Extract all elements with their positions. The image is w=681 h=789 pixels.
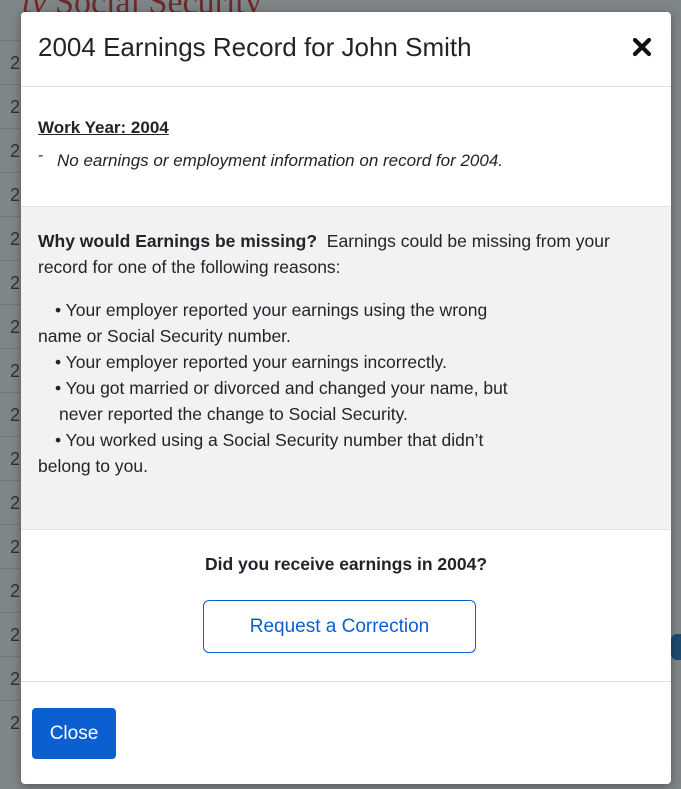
background-row: 2	[0, 436, 22, 481]
background-row: 2	[0, 304, 22, 349]
received-earnings-question: Did you receive earnings in 2004?	[204, 554, 488, 574]
why-missing-question: Why would Earnings be missing?	[38, 231, 318, 251]
background-row: 2	[0, 348, 22, 393]
list-item: • You worked using a Social Security num…	[38, 430, 484, 476]
close-button[interactable]: Close	[32, 708, 116, 759]
background-row: 2	[0, 480, 22, 525]
background-left-column: 2 2 2 2 2 2 2 2 2 2 2 2 2 2 2 2	[0, 40, 22, 789]
background-row: 2	[0, 524, 22, 569]
list-item: • Your employer reported your earnings u…	[38, 300, 488, 346]
missing-earnings-section: Why would Earnings be missing? Earnings …	[21, 206, 671, 530]
no-earnings-dash: -	[38, 147, 44, 164]
background-row: 2	[0, 656, 22, 701]
modal-header: 2004 Earnings Record for John Smith	[21, 12, 671, 87]
background-row: 2	[0, 568, 22, 613]
background-row: 2	[0, 700, 22, 745]
background-right-edge	[671, 634, 681, 660]
background-row: 2	[0, 260, 22, 305]
work-year-section: Work Year: 2004 - No earnings or employm…	[21, 87, 671, 206]
why-missing-paragraph: Why would Earnings be missing? Earnings …	[38, 228, 650, 280]
close-x-button[interactable]	[627, 32, 657, 62]
background-row: 2	[0, 128, 22, 173]
background-row: 2	[0, 216, 22, 261]
background-row: 2	[0, 84, 22, 129]
close-x-icon	[632, 37, 652, 57]
earnings-record-modal: 2004 Earnings Record for John Smith Work…	[21, 12, 671, 784]
reasons-list: • Your employer reported your earnings u…	[38, 297, 650, 479]
background-row: 2	[0, 392, 22, 437]
modal-title: 2004 Earnings Record for John Smith	[38, 32, 472, 62]
list-item: • Your employer reported your earnings i…	[55, 352, 447, 372]
no-earnings-text: No earnings or employment information on…	[57, 151, 504, 170]
work-year-label: Work Year: 2004	[38, 118, 169, 137]
background-row: 2	[0, 172, 22, 217]
request-correction-button[interactable]: Request a Correction	[203, 600, 476, 653]
background-row: 2	[0, 612, 22, 657]
list-item: • You got married or divorced and change…	[55, 378, 508, 424]
correction-section: Did you receive earnings in 2004? Reques…	[21, 530, 671, 682]
background-row: 2	[0, 40, 22, 85]
